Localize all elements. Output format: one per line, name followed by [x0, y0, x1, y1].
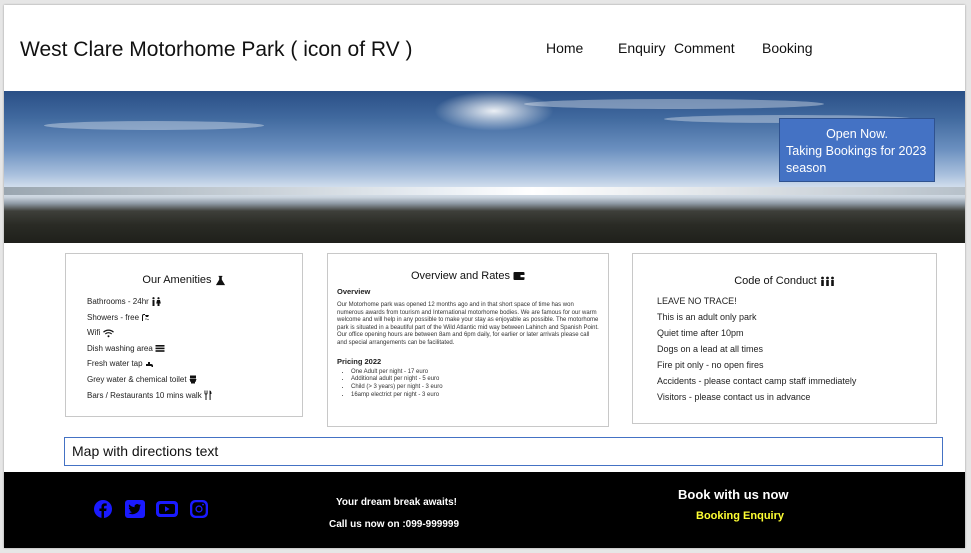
sink-icon [155, 345, 165, 352]
list-item: Wifi [87, 325, 302, 341]
list-item: Dish washing area [87, 341, 302, 357]
booking-enquiry-link[interactable]: Booking Enquiry [696, 510, 784, 522]
overview-card: Overview and Rates Overview Our Motorhom… [327, 253, 609, 427]
hero-sea [4, 187, 965, 195]
social-links [91, 500, 211, 523]
list-item: Fresh water tap [87, 356, 302, 372]
wallet-icon [513, 272, 525, 281]
hero-cloud [44, 121, 264, 130]
map-directions: Map with directions text [64, 437, 943, 466]
shower-icon [142, 313, 150, 321]
open-now-notice: Open Now. Taking Bookings for 2023 seaso… [779, 118, 935, 182]
restroom-icon [152, 297, 161, 307]
youtube-icon[interactable] [155, 500, 179, 523]
amenities-title: Our Amenities [142, 274, 212, 286]
hero-sun [434, 91, 554, 131]
amenities-heading: Our Amenities [66, 274, 302, 286]
overview-title: Overview and Rates [410, 270, 510, 282]
list-item: Accidents - please contact camp staff im… [657, 376, 857, 386]
conduct-list: LEAVE NO TRACE! This is an adult only pa… [657, 293, 936, 405]
hero-cloud [524, 99, 824, 109]
conduct-heading: Code of Conduct [633, 275, 936, 287]
list-item: Visitors - please contact us in advance [657, 392, 811, 402]
list-item: This is an adult only park [657, 312, 757, 322]
price-list: One Adult per night - 17 euro Additional… [337, 369, 600, 400]
instagram-icon[interactable] [187, 500, 211, 523]
list-item: Grey water & chemical toilet [87, 372, 302, 388]
faucet-icon [145, 361, 153, 367]
list-item: LEAVE NO TRACE! [657, 296, 737, 306]
list-item: Additional adult per night - 5 euro [351, 376, 600, 384]
toilet-icon [189, 375, 197, 384]
list-item: One Adult per night - 17 euro [351, 369, 600, 377]
conduct-title: Code of Conduct [734, 275, 817, 287]
list-item: Showers - free [87, 310, 302, 326]
overview-subtitle: Overview [337, 287, 371, 296]
overview-heading: Overview and Rates [328, 270, 608, 282]
overview-text: Our Motorhome park was opened 12 months … [337, 302, 599, 346]
list-item: Quiet time after 10pm [657, 328, 744, 338]
list-item: Child (> 3 years) per night - 3 euro [351, 384, 600, 392]
people-icon [820, 276, 834, 287]
amenities-list: Bathrooms - 24hr Showers - free Wifi Dis… [87, 294, 302, 403]
pricing-title: Pricing 2022 [337, 356, 382, 366]
footer: Your dream break awaits! Call us now on … [4, 472, 965, 548]
list-item: Dogs on a lead at all times [657, 344, 764, 354]
conduct-card: Code of Conduct LEAVE NO TRACE! This is … [632, 253, 937, 424]
nav-comment[interactable]: Comment [674, 40, 735, 56]
wifi-icon [102, 329, 114, 337]
notice-line-1: Open Now. [826, 127, 888, 141]
twitter-icon[interactable] [123, 500, 147, 523]
nav-booking[interactable]: Booking [762, 40, 813, 56]
amenities-card: Our Amenities Bathrooms - 24hr Showers -… [65, 253, 303, 417]
list-item: Fire pit only - no open fires [657, 360, 764, 370]
list-item: Bathrooms - 24hr [87, 294, 302, 310]
site-title: West Clare Motorhome Park ( icon of RV ) [20, 38, 413, 61]
list-item: Bars / Restaurants 10 mins walk [87, 388, 302, 404]
nav-enquiry[interactable]: Enquiry [618, 40, 665, 56]
utensils-icon [204, 390, 212, 401]
footer-tagline: Your dream break awaits! [336, 497, 457, 508]
list-item: 16amp electrict per night - 3 euro [351, 392, 600, 400]
flask-icon [215, 275, 225, 285]
footer-book-title: Book with us now [678, 487, 789, 502]
page-canvas: West Clare Motorhome Park ( icon of RV )… [4, 5, 965, 548]
notice-line-2: Taking Bookings for 2023 season [786, 144, 927, 175]
facebook-icon[interactable] [91, 500, 115, 523]
nav-home[interactable]: Home [546, 40, 583, 56]
footer-call: Call us now on :099-999999 [329, 519, 460, 530]
